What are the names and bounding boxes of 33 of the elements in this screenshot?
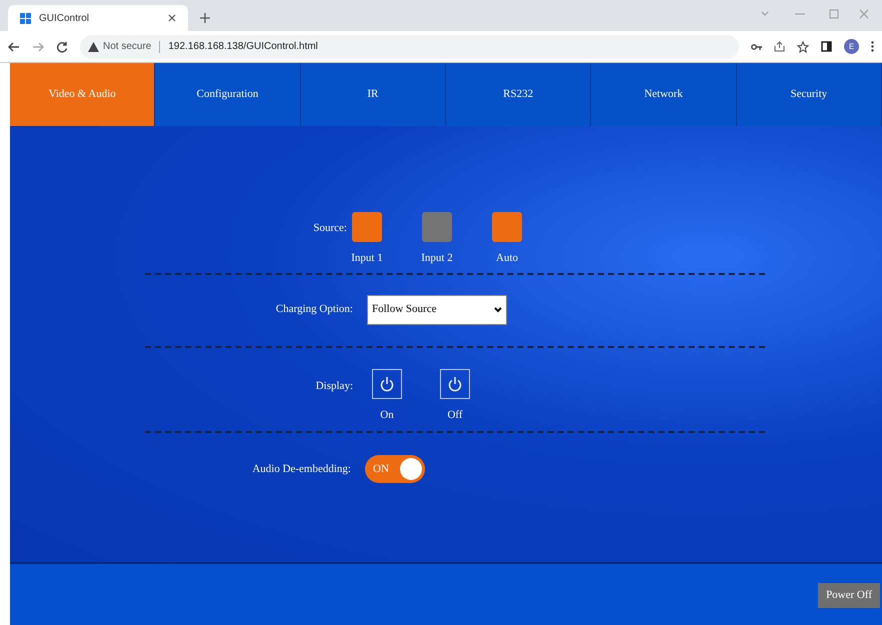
- power-button[interactable]: [440, 368, 470, 398]
- back-arrow-icon[interactable]: [8, 40, 20, 52]
- field-label: Audio De-embedding:: [251, 462, 352, 477]
- reload-icon[interactable]: [56, 40, 68, 52]
- close-icon[interactable]: [168, 14, 176, 22]
- new-tab-icon[interactable]: [200, 13, 210, 23]
- power-off-button[interactable]: Power Off: [818, 583, 880, 608]
- address-bar[interactable]: Not secure 192.168.168.138/GUIControl.html: [80, 34, 739, 58]
- url-text: 192.168.168.138/GUIControl.html: [168, 40, 318, 54]
- source-label: Input 1: [351, 251, 383, 266]
- more-menu-icon[interactable]: [871, 41, 874, 52]
- profile-avatar[interactable]: E: [844, 39, 859, 54]
- share-icon[interactable]: [774, 41, 785, 52]
- warning-icon: [88, 42, 99, 52]
- tab-title: GUIControl: [39, 12, 90, 26]
- power-icon: [447, 376, 463, 392]
- security-label: Not secure: [103, 40, 152, 54]
- app-grid-icon: [20, 12, 31, 24]
- display-label: On: [380, 408, 394, 422]
- chevron-down-icon: [494, 306, 502, 312]
- power-icon: [379, 376, 395, 392]
- source-label: Auto: [496, 251, 518, 266]
- source-label: Input 2: [421, 251, 453, 266]
- charging-select[interactable]: Follow Source: [367, 294, 507, 324]
- display-label: Off: [447, 408, 463, 422]
- field-label: Display:: [314, 378, 354, 394]
- field-label: Charging Option:: [274, 302, 354, 318]
- field-label: Source:: [312, 221, 348, 236]
- star-icon[interactable]: [797, 40, 809, 52]
- power-button[interactable]: [372, 368, 402, 398]
- key-icon[interactable]: [751, 42, 762, 50]
- side-panel-icon[interactable]: [821, 41, 832, 52]
- browser-tab[interactable]: GUIControl: [8, 5, 188, 31]
